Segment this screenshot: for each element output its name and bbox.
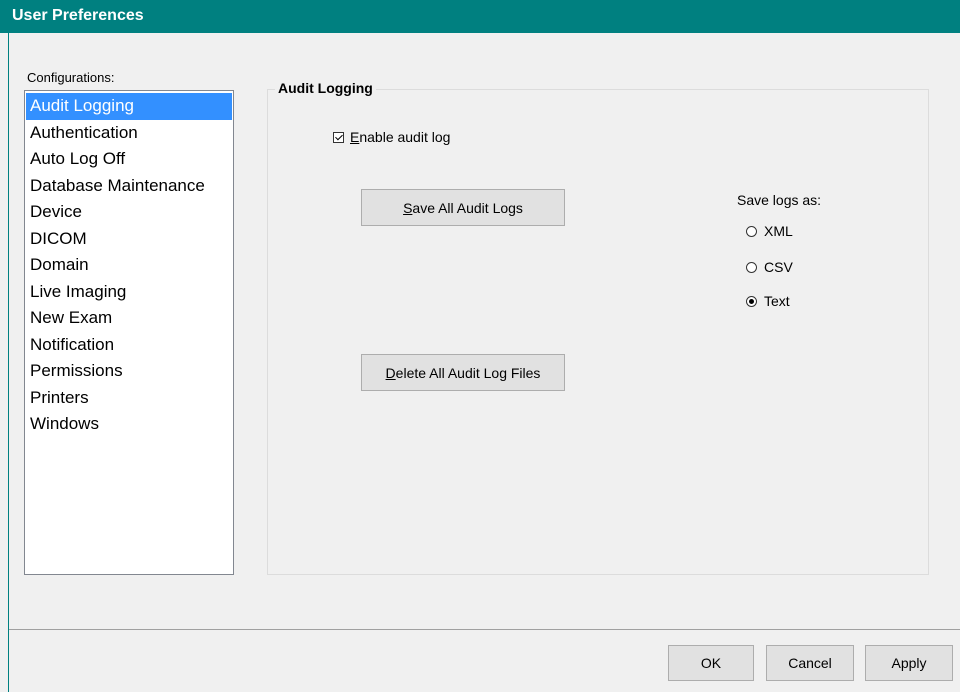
config-item-new-exam[interactable]: New Exam xyxy=(26,305,232,332)
audit-logging-groupbox xyxy=(267,89,929,575)
checkbox-checked-icon[interactable] xyxy=(333,131,344,143)
apply-button[interactable]: Apply xyxy=(865,645,953,681)
config-item-auto-log-off[interactable]: Auto Log Off xyxy=(26,146,232,173)
radio-checked-icon[interactable] xyxy=(746,295,757,307)
config-item-authentication[interactable]: Authentication xyxy=(26,120,232,147)
groupbox-title: Audit Logging xyxy=(275,80,376,96)
footer-divider xyxy=(9,629,960,630)
config-item-database-maintenance[interactable]: Database Maintenance xyxy=(26,173,232,200)
save-all-audit-logs-button[interactable]: Save All Audit Logs xyxy=(361,189,565,226)
window-title: User Preferences xyxy=(12,7,144,24)
radio-xml[interactable]: XML xyxy=(746,223,793,239)
radio-text-label: Text xyxy=(764,293,790,309)
config-item-domain[interactable]: Domain xyxy=(26,252,232,279)
radio-csv-label: CSV xyxy=(764,259,793,275)
config-item-dicom[interactable]: DICOM xyxy=(26,226,232,253)
config-item-device[interactable]: Device xyxy=(26,199,232,226)
config-item-printers[interactable]: Printers xyxy=(26,385,232,412)
config-item-permissions[interactable]: Permissions xyxy=(26,358,232,385)
radio-text[interactable]: Text xyxy=(746,293,790,309)
config-item-windows[interactable]: Windows xyxy=(26,411,232,438)
ok-button[interactable]: OK xyxy=(668,645,754,681)
config-item-notification[interactable]: Notification xyxy=(26,332,232,359)
window-left-border xyxy=(0,33,9,692)
config-item-live-imaging[interactable]: Live Imaging xyxy=(26,279,232,306)
config-item-audit-logging[interactable]: Audit Logging xyxy=(26,93,232,120)
delete-all-audit-log-files-button[interactable]: Delete All Audit Log Files xyxy=(361,354,565,391)
radio-csv[interactable]: CSV xyxy=(746,259,793,275)
radio-unchecked-icon[interactable] xyxy=(746,225,757,237)
radio-xml-label: XML xyxy=(764,223,793,239)
radio-unchecked-icon[interactable] xyxy=(746,261,757,273)
configurations-list[interactable]: Audit Logging Authentication Auto Log Of… xyxy=(24,90,234,575)
enable-audit-log-checkbox[interactable]: Enable audit log xyxy=(333,129,450,145)
cancel-button[interactable]: Cancel xyxy=(766,645,854,681)
configurations-label: Configurations: xyxy=(27,70,115,85)
enable-audit-log-label: Enable audit log xyxy=(350,129,451,145)
title-bar: User Preferences xyxy=(0,0,960,33)
save-logs-as-label: Save logs as: xyxy=(737,192,822,208)
